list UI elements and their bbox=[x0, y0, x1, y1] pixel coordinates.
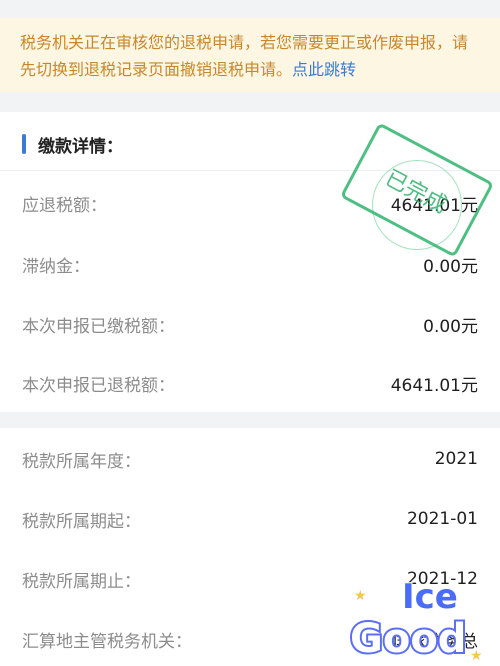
jump-link[interactable]: 点此跳转 bbox=[292, 60, 356, 79]
refunded-tax-row: 本次申报已退税额： 4641.01元 bbox=[22, 368, 478, 398]
section-title: 缴款详情： bbox=[22, 130, 123, 158]
sticker-star: ★ bbox=[470, 648, 483, 664]
sticker-star: ★ bbox=[354, 588, 367, 604]
row-value: 0.00元 bbox=[423, 316, 478, 337]
payment-details-title: 缴款详情： bbox=[38, 136, 123, 157]
row-value: 4641.01元 bbox=[390, 375, 478, 396]
row-label: 滞纳金： bbox=[22, 256, 90, 277]
paid-tax-row: 本次申报已缴税额： 0.00元 bbox=[22, 309, 478, 339]
row-value: 2021-01 bbox=[406, 509, 478, 529]
sticker-good-text: Good bbox=[350, 616, 466, 662]
tax-period-start-row: 税款所属期起： 2021-01 bbox=[22, 504, 478, 534]
row-label: 应退税额： bbox=[22, 195, 107, 216]
row-label: 税款所属期起： bbox=[22, 511, 141, 532]
row-value: 2021 bbox=[434, 449, 478, 469]
late-fee-row: 滞纳金： 0.00元 bbox=[22, 249, 478, 279]
row-label: 本次申报已退税额： bbox=[22, 375, 175, 396]
ice-good-sticker: ★ Ice Good ★ bbox=[348, 578, 483, 664]
audit-notice-banner: 税务机关正在审核您的退税申请，若您需要更正或作废申报，请先切换到退税记录页面撤销… bbox=[0, 18, 500, 92]
title-accent-bar bbox=[22, 134, 26, 154]
tax-year-row: 税款所属年度： 2021 bbox=[22, 444, 478, 474]
row-label: 税款所属期止： bbox=[22, 571, 141, 592]
notice-text: 税务机关正在审核您的退税申请，若您需要更正或作废申报，请先切换到退税记录页面撤销… bbox=[20, 33, 469, 79]
top-strip bbox=[0, 0, 500, 18]
row-label: 汇算地主管税务机关： bbox=[22, 631, 192, 652]
row-label: 税款所属年度： bbox=[22, 451, 141, 472]
sticker-ice-text: Ice bbox=[402, 578, 458, 617]
row-label: 本次申报已缴税额： bbox=[22, 316, 175, 337]
